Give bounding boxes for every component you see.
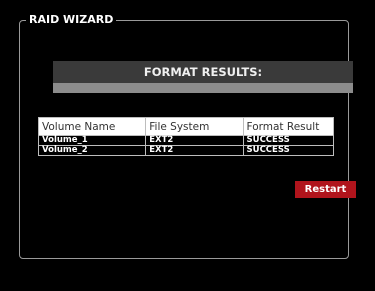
file-system-cell: EXT2 bbox=[145, 145, 244, 156]
format-result-cell: SUCCESS bbox=[242, 145, 335, 156]
column-header-file-system: File System bbox=[145, 117, 244, 136]
volume-name-cell: Volume_1 bbox=[37, 135, 147, 146]
file-system-cell: EXT2 bbox=[145, 135, 244, 146]
format-results-heading: FORMAT RESULTS: bbox=[53, 61, 353, 83]
table-row: Volume_1 EXT2 SUCCESS bbox=[37, 135, 335, 146]
table-row: Volume_2 EXT2 SUCCESS bbox=[37, 145, 335, 156]
table-header-row: Volume Name File System Format Result bbox=[37, 117, 335, 136]
heading-underbar bbox=[53, 83, 353, 93]
format-result-cell: SUCCESS bbox=[242, 135, 335, 146]
volume-name-cell: Volume_2 bbox=[37, 145, 147, 156]
column-header-volume-name: Volume Name bbox=[37, 117, 147, 136]
raid-wizard-screen: RAID WIZARD FORMAT RESULTS: Volume Name … bbox=[0, 0, 375, 291]
column-header-format-result: Format Result bbox=[242, 117, 335, 136]
format-results-table: Volume Name File System Format Result Vo… bbox=[37, 117, 335, 156]
restart-button[interactable]: Restart bbox=[295, 181, 356, 198]
wizard-title: RAID WIZARD bbox=[29, 13, 114, 26]
